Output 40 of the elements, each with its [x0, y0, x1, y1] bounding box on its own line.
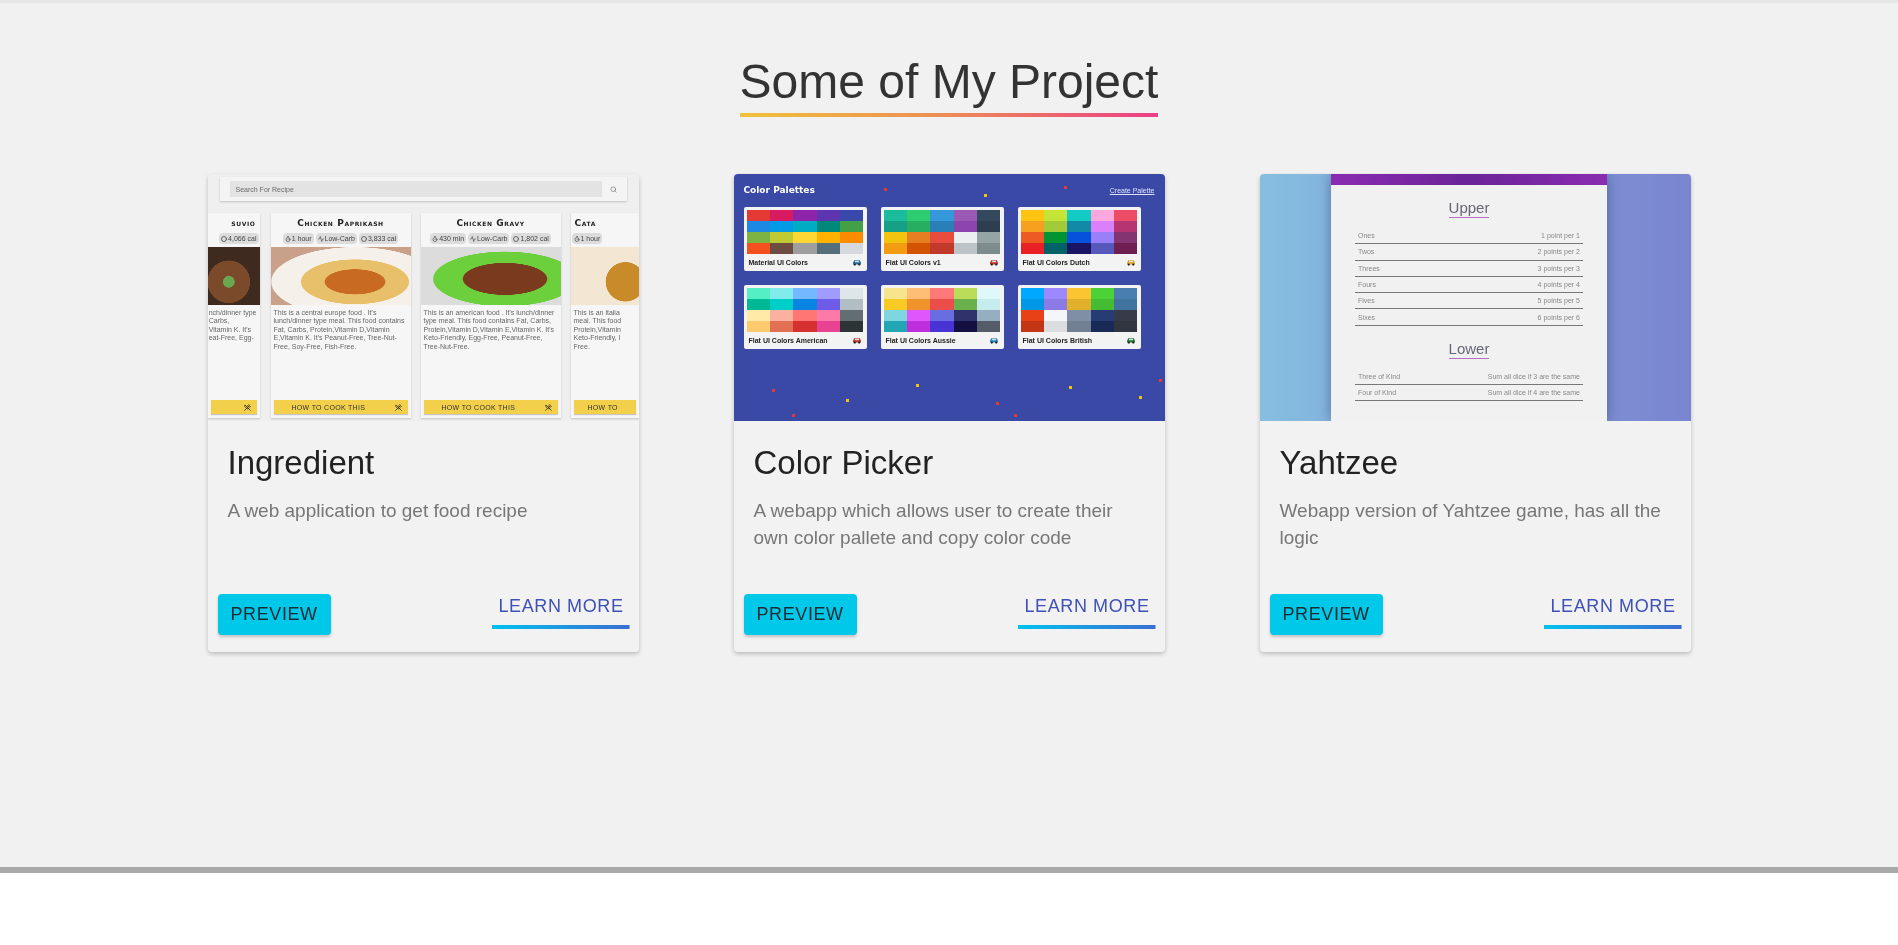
recipe-title: suvio: [230, 217, 257, 230]
ring-icon: [513, 235, 520, 242]
learn-more-link[interactable]: LEARN MORE: [492, 596, 630, 629]
search-icon[interactable]: [609, 185, 617, 193]
preview-button[interactable]: PREVIEW: [743, 594, 857, 635]
recipe-title: Chicken Paprikash: [296, 217, 385, 230]
timer-icon: [284, 235, 291, 242]
utensils-icon: [394, 403, 402, 411]
utensils-icon: [243, 403, 251, 411]
timer-icon: [573, 235, 580, 242]
project-description: A web application to get food recipe: [227, 499, 529, 523]
car-icon: [988, 259, 999, 266]
palette-app-title: Color Palettes: [743, 185, 815, 195]
timer-icon: [432, 235, 439, 242]
preview-button[interactable]: PREVIEW: [217, 594, 331, 635]
ring-icon: [360, 235, 367, 242]
project-description: A webapp which allows user to create their own color pallete and copy color code: [753, 499, 1114, 550]
project-description: Webapp version of Yahtzee game, has all the logic: [1279, 499, 1662, 550]
trend-line-icon: [470, 235, 477, 242]
car-icon: [851, 337, 862, 344]
utensils-icon: [544, 403, 552, 411]
learn-more-link[interactable]: LEARN MORE: [1544, 596, 1682, 629]
car-icon: [1125, 337, 1136, 344]
project-title: Color Picker: [753, 444, 935, 482]
car-icon: [988, 337, 999, 344]
preview-button[interactable]: PREVIEW: [1269, 594, 1383, 635]
car-icon: [1125, 259, 1136, 266]
car-icon: [851, 259, 862, 266]
photo-placeholder: [570, 247, 639, 305]
project-title: Ingredient: [227, 444, 376, 482]
section-title: Upper: [1448, 199, 1490, 218]
learn-more-link[interactable]: LEARN MORE: [1018, 596, 1156, 629]
recipe-title: Cata: [573, 217, 597, 230]
section-title: Lower: [1448, 339, 1490, 359]
photo-placeholder: [207, 247, 260, 305]
project-title: Yahtzee: [1279, 444, 1400, 482]
cook-button[interactable]: [210, 400, 257, 414]
ring-icon: [221, 235, 228, 242]
recipe-title: Chicken Gravy: [455, 217, 526, 230]
trend-line-icon: [317, 235, 324, 242]
